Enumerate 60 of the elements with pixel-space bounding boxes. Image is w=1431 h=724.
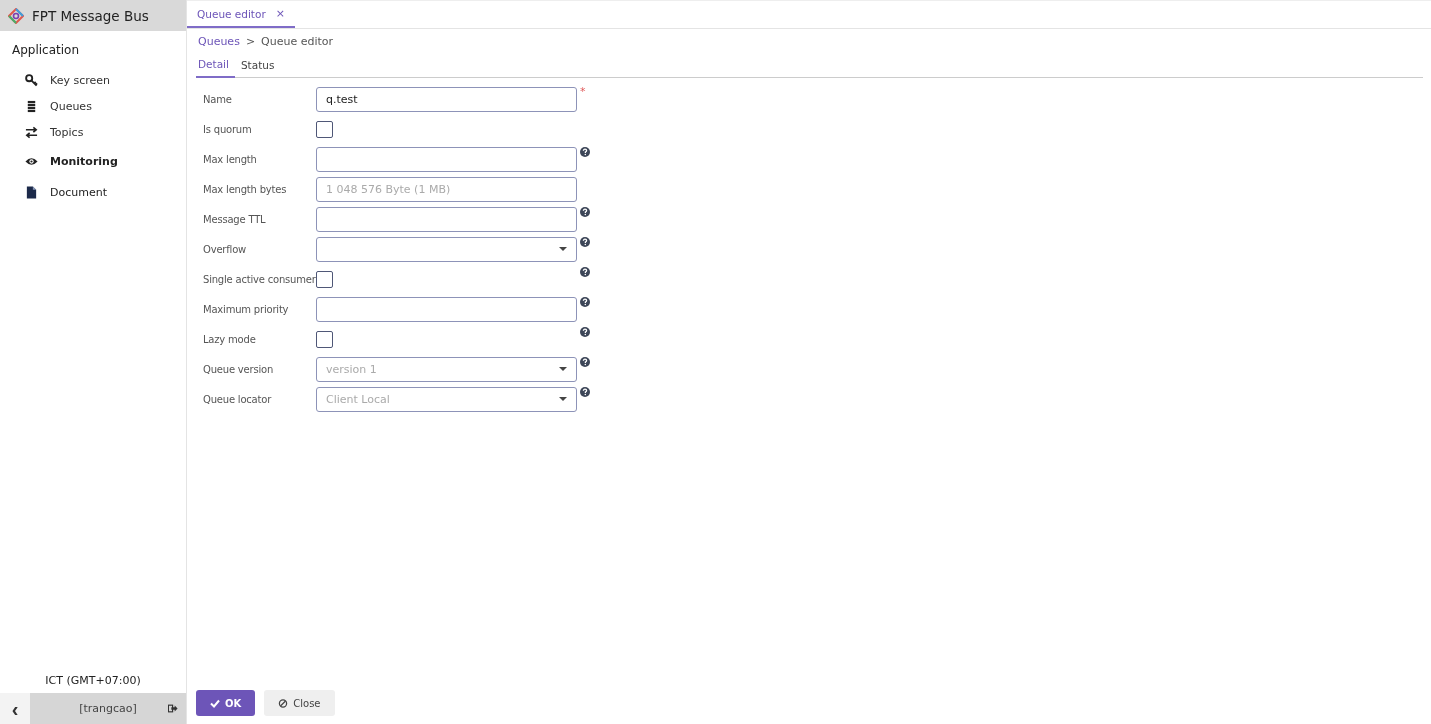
field-label: Max length bytes	[203, 183, 288, 195]
sidebar-item[interactable]: Monitoring	[0, 145, 186, 177]
section-heading: Application	[11, 42, 81, 59]
caret-icon	[559, 247, 567, 251]
help-icon[interactable]	[580, 387, 590, 397]
close-tab-button[interactable]: ×	[275, 7, 285, 20]
field-label: Queue locator	[203, 393, 273, 405]
tab[interactable]: Status	[238, 54, 281, 77]
collapse-button[interactable]: ‹	[0, 693, 30, 724]
caret-icon	[559, 367, 567, 371]
key-icon	[25, 73, 38, 87]
help-icon[interactable]	[580, 357, 590, 367]
field-label: Lazy mode	[203, 333, 257, 345]
input-field[interactable]: 1 048 576 Byte (1 MB)	[316, 176, 577, 202]
tab[interactable]: Detail	[196, 54, 235, 78]
breadcrumb-separator: >	[245, 35, 256, 48]
input-field[interactable]	[316, 206, 577, 232]
required-marker: *	[580, 86, 586, 98]
help-icon[interactable]	[580, 147, 590, 157]
checkbox[interactable]	[316, 330, 333, 348]
help-icon[interactable]	[580, 297, 590, 307]
field-label: Name	[203, 93, 233, 105]
cancel-icon	[278, 698, 289, 708]
app-title: FPT Message Bus	[32, 7, 149, 24]
input-field[interactable]	[316, 296, 577, 322]
field-label: Is quorum	[203, 123, 253, 135]
breadcrumb-link[interactable]: Queues	[198, 35, 240, 48]
dropdown-field[interactable]	[316, 236, 577, 262]
document-icon	[25, 185, 38, 199]
logout-icon[interactable]	[168, 704, 178, 713]
field-label: Message TTL	[203, 213, 267, 225]
user-name: [trangcao]	[79, 702, 137, 715]
editor-tab[interactable]: Queue editor ×	[187, 1, 295, 28]
check-icon	[210, 698, 220, 708]
sidebar-item[interactable]: Topics	[0, 119, 186, 145]
checkbox[interactable]	[316, 120, 333, 138]
caret-icon	[559, 397, 567, 401]
input-field[interactable]: q.test	[316, 86, 577, 112]
field-label: Max length	[203, 153, 258, 165]
input-field[interactable]	[316, 146, 577, 172]
sidebar-item[interactable]: Document	[0, 177, 186, 207]
ok-button[interactable]: OK	[196, 690, 256, 716]
logo-icon	[8, 7, 24, 24]
checkbox[interactable]	[316, 270, 333, 288]
tab-title: Queue editor	[197, 7, 266, 20]
field-label: Queue version	[203, 363, 275, 375]
help-icon[interactable]	[580, 327, 590, 337]
field-label: Single active consumer	[203, 273, 314, 285]
sidebar-item[interactable]: Queues	[0, 93, 186, 119]
help-icon[interactable]	[580, 267, 590, 277]
field-label: Maximum priority	[203, 303, 290, 315]
field-label: Overflow	[203, 243, 248, 255]
swap-arrows-icon	[25, 125, 38, 139]
stack-icon	[25, 99, 38, 113]
close-button[interactable]: Close	[264, 690, 335, 716]
timezone-label: ICT (GMT+07:00)	[44, 674, 142, 689]
help-icon[interactable]	[580, 237, 590, 247]
sidebar-item[interactable]: Key screen	[0, 67, 186, 93]
help-icon[interactable]	[580, 207, 590, 217]
breadcrumb-current: Queue editor	[261, 35, 334, 48]
